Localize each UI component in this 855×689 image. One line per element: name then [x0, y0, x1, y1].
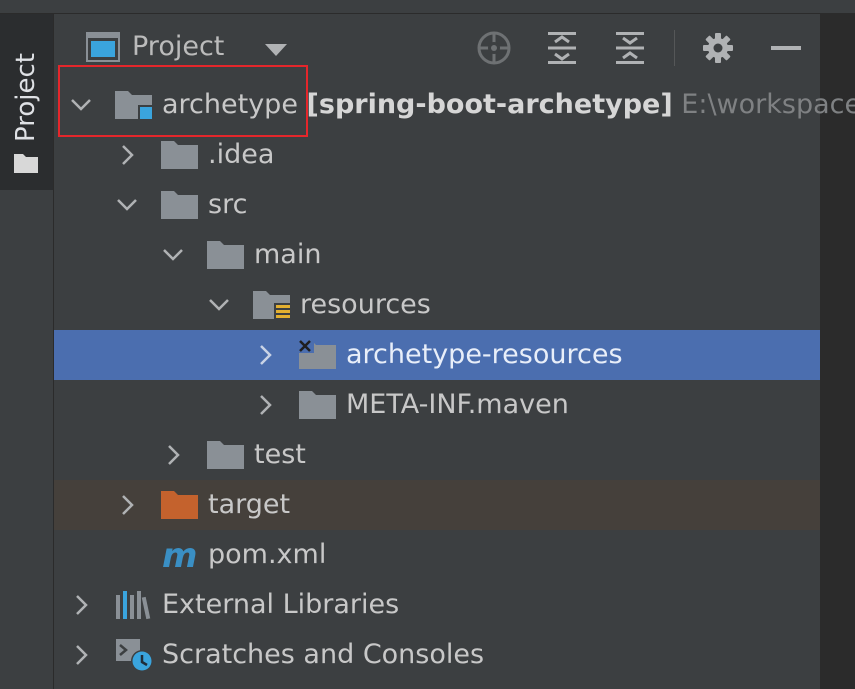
chevron-down-icon[interactable] [70, 93, 92, 117]
tree-item-label: src [208, 189, 248, 220]
module-path: E:\workspace [681, 89, 855, 120]
resources-folder-icon [253, 291, 290, 321]
tree-item-label: .idea [208, 139, 275, 170]
folder-icon [14, 154, 38, 173]
scratches-icon [116, 639, 153, 671]
project-view-title[interactable]: Project [132, 30, 224, 64]
project-toolbar: Project [54, 14, 820, 80]
module-name: archetype [162, 89, 298, 120]
tree-row-resources[interactable]: resources [54, 280, 820, 330]
chevron-right-icon[interactable] [254, 393, 276, 417]
toolbar-separator [674, 30, 675, 66]
window-top-strip [0, 0, 855, 14]
tree-item-label: target [208, 489, 291, 520]
project-panel: Project archetype [spring-boot-archetype… [54, 14, 855, 689]
library-icon [116, 591, 151, 620]
module-artifact: [spring-boot-archetype] [306, 89, 673, 120]
folder-icon [207, 241, 244, 269]
tree-row-external-libraries[interactable]: External Libraries [54, 580, 820, 630]
caret-down-icon[interactable] [264, 43, 288, 57]
folder-icon [207, 441, 244, 469]
tree-row-pom[interactable]: m pom.xml [54, 530, 820, 580]
folder-icon [299, 391, 336, 419]
chevron-right-icon[interactable] [116, 493, 138, 517]
chevron-right-icon[interactable] [70, 643, 92, 667]
tree-row-idea[interactable]: .idea [54, 130, 820, 180]
tree-row-src[interactable]: src [54, 180, 820, 230]
svg-text:m: m [162, 539, 197, 571]
locate-icon[interactable] [476, 30, 512, 66]
expand-all-icon[interactable] [544, 30, 580, 66]
chevron-down-icon[interactable] [162, 243, 184, 267]
tree-row-target[interactable]: target [54, 480, 820, 530]
collapse-all-icon[interactable] [612, 30, 648, 66]
project-view-icon [86, 32, 120, 62]
tree-row-main[interactable]: main [54, 230, 820, 280]
excluded-folder-icon [298, 339, 336, 369]
folder-icon [161, 191, 198, 219]
tree-row-test[interactable]: test [54, 430, 820, 480]
module-folder-icon [115, 91, 152, 119]
tree-item-label: test [254, 439, 306, 470]
hide-icon[interactable] [768, 30, 804, 66]
chevron-right-icon[interactable] [70, 593, 92, 617]
tree-item-label: resources [300, 289, 431, 320]
folder-icon [161, 141, 198, 169]
chevron-right-icon[interactable] [254, 343, 276, 367]
project-tool-window-tab[interactable]: Project [0, 14, 53, 190]
tree-row-meta-inf-maven[interactable]: META-INF.maven [54, 380, 820, 430]
chevron-right-icon[interactable] [116, 143, 138, 167]
tree-item-label: META-INF.maven [346, 389, 569, 420]
tree-row-scratches[interactable]: Scratches and Consoles [54, 630, 820, 680]
maven-icon: m [162, 539, 197, 571]
gear-icon[interactable] [700, 30, 736, 66]
tree-item-label: pom.xml [208, 539, 327, 570]
chevron-right-icon[interactable] [162, 443, 184, 467]
target-folder-icon [161, 491, 198, 519]
chevron-down-icon[interactable] [116, 193, 138, 217]
chevron-down-icon[interactable] [208, 293, 230, 317]
project-tab-label: Project [11, 53, 41, 142]
tree-item-label: External Libraries [162, 589, 400, 620]
tree-item-label: main [254, 239, 322, 270]
tree-item-label: archetype-resources [346, 339, 623, 370]
tree-row-root[interactable]: archetype [spring-boot-archetype] E:\wor… [54, 80, 855, 130]
tree-item-label: Scratches and Consoles [162, 639, 485, 670]
tree-row-archetype-resources[interactable]: archetype-resources [54, 330, 820, 380]
